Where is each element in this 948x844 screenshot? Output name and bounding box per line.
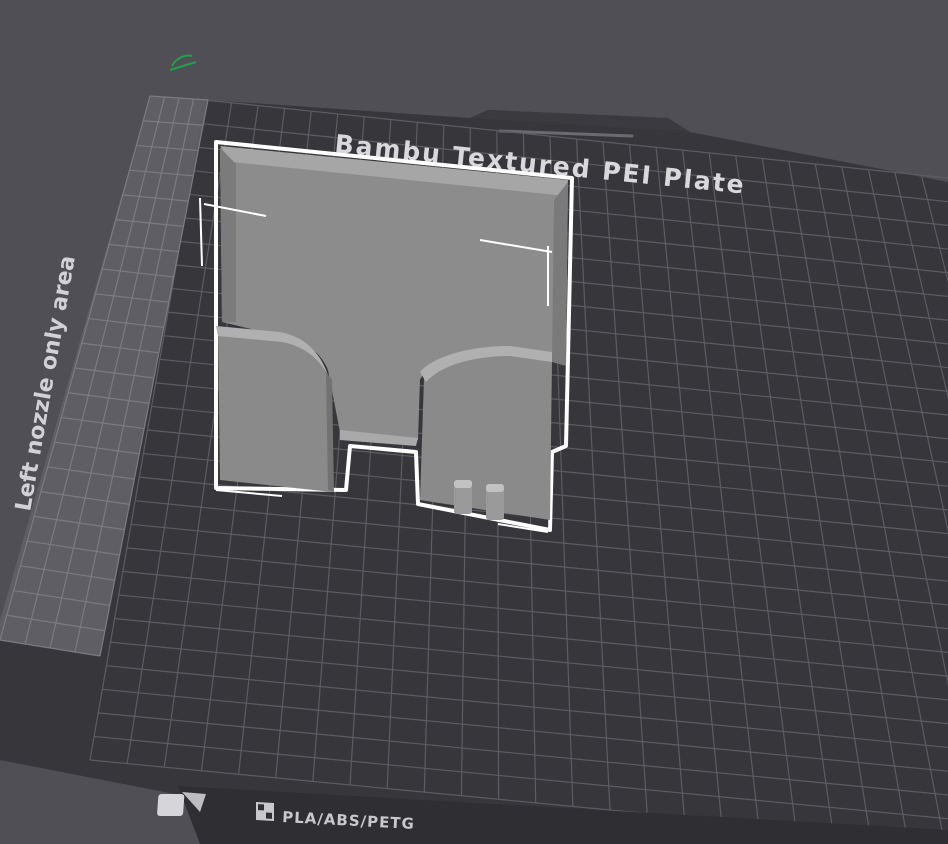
- square-slot-icon: [157, 794, 185, 816]
- plate-type-icon: [256, 802, 274, 821]
- model-left-wall: [220, 148, 236, 322]
- model-right-wall: [552, 182, 568, 366]
- model-post-right-top: [486, 484, 504, 492]
- 3d-viewport[interactable]: PLA/ABS/PETG Bambu Textured PEI Plate Le…: [0, 0, 948, 844]
- scene-canvas[interactable]: PLA/ABS/PETG Bambu Textured PEI Plate Le…: [0, 0, 948, 844]
- model-post-left-top: [454, 480, 472, 488]
- axis-marker-icon: [169, 54, 197, 71]
